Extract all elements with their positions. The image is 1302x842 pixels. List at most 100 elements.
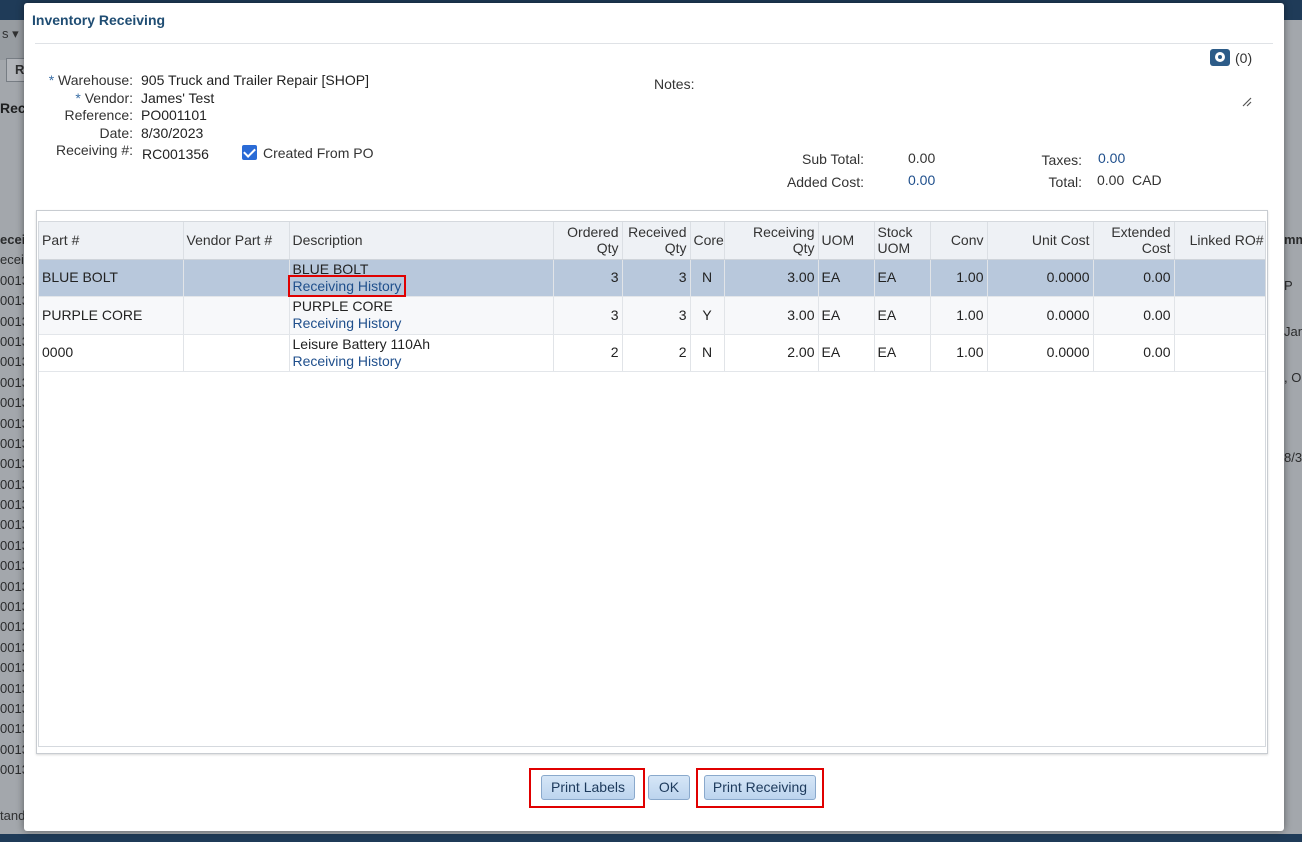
cell-stock-uom: EA	[874, 259, 931, 297]
camera-icon[interactable]	[1210, 49, 1230, 66]
cell-ordered-qty: 2	[553, 334, 623, 372]
cell-linked-ro	[1174, 296, 1265, 335]
subtotal-value: 0.00	[908, 150, 936, 166]
cell-part: 0000	[39, 334, 184, 372]
cell-receiving-qty[interactable]: 2.00	[724, 334, 819, 372]
col-header-extended-cost[interactable]: Extended Cost	[1093, 222, 1175, 260]
col-header-part[interactable]: Part #	[39, 222, 184, 260]
cell-linked-ro	[1174, 334, 1265, 372]
table-row[interactable]: BLUE BOLT BLUE BOLT Receiving History 3 3…	[39, 259, 1265, 297]
warehouse-label-text: Warehouse:	[58, 72, 133, 88]
warehouse-label: * Warehouse:	[13, 72, 133, 88]
receiving-history-link[interactable]: Receiving History	[287, 274, 407, 297]
currency-code: CAD	[1132, 172, 1162, 188]
col-header-uom[interactable]: UOM	[818, 222, 875, 260]
cell-part: BLUE BOLT	[39, 259, 184, 297]
table-row[interactable]: PURPLE CORE PURPLE CORE Receiving History…	[39, 296, 1265, 335]
cell-conv: 1.00	[930, 334, 988, 372]
cell-description: BLUE BOLT Receiving History	[287, 259, 554, 297]
grid-body[interactable]: Part # Vendor Part # Description Ordered…	[38, 221, 1266, 747]
cell-unit-cost: 0.0000	[987, 334, 1094, 372]
cell-description: Leisure Battery 110Ah Receiving History	[289, 334, 554, 372]
cell-linked-ro	[1174, 259, 1265, 297]
header-line: Received	[628, 224, 687, 241]
receiving-number-value: RC001356	[142, 146, 209, 162]
attachments-count[interactable]: (0)	[1235, 50, 1252, 66]
receiving-history-link[interactable]: Receiving History	[293, 353, 402, 369]
cell-uom: EA	[818, 296, 875, 335]
receiving-lines-grid: Part # Vendor Part # Description Ordered…	[36, 210, 1268, 754]
header-line: UOM	[877, 240, 911, 257]
description-text: BLUE BOLT	[292, 260, 369, 277]
header-line: Cost	[1141, 240, 1171, 257]
required-marker: *	[75, 90, 81, 106]
cell-received-qty: 2	[622, 334, 691, 372]
print-receiving-button[interactable]: Print Receiving	[704, 775, 816, 800]
print-labels-button[interactable]: Print Labels	[541, 775, 635, 800]
taxes-label: Taxes:	[1041, 152, 1082, 168]
col-header-linked-ro[interactable]: Linked RO#	[1174, 222, 1265, 260]
col-header-vendor-part[interactable]: Vendor Part #	[183, 222, 290, 260]
cell-vendor-part	[183, 296, 290, 335]
cell-receiving-qty[interactable]: 3.00	[724, 259, 819, 297]
col-header-core[interactable]: Core	[690, 222, 725, 260]
cell-unit-cost: 0.0000	[987, 296, 1094, 335]
cell-part: PURPLE CORE	[39, 296, 184, 335]
cell-received-qty: 3	[622, 296, 691, 335]
cell-vendor-part	[183, 334, 290, 372]
cell-core: N	[690, 334, 725, 372]
cell-stock-uom: EA	[874, 334, 931, 372]
required-marker: *	[48, 72, 55, 88]
cell-extended-cost: 0.00	[1093, 334, 1175, 372]
cell-vendor-part	[183, 259, 290, 297]
added-cost-label: Added Cost:	[786, 174, 864, 190]
cell-extended-cost: 0.00	[1093, 259, 1175, 297]
receiving-lines-table: Part # Vendor Part # Description Ordered…	[39, 222, 1265, 372]
ok-button[interactable]: OK	[648, 775, 690, 800]
col-header-stock-uom[interactable]: Stock UOM	[874, 222, 931, 260]
total-label: Total:	[1048, 174, 1082, 190]
col-header-description[interactable]: Description	[289, 222, 554, 260]
table-row[interactable]: 0000 Leisure Battery 110Ah Receiving Hist…	[39, 334, 1265, 372]
description-text: PURPLE CORE	[292, 298, 393, 315]
col-header-conv[interactable]: Conv	[930, 222, 988, 260]
resize-handle-icon[interactable]	[1242, 97, 1252, 107]
created-from-po-label: Created From PO	[263, 145, 374, 161]
cell-core: N	[690, 259, 725, 297]
table-header-row: Part # Vendor Part # Description Ordered…	[39, 222, 1265, 260]
cell-received-qty: 3	[622, 259, 691, 297]
col-header-receiving-qty[interactable]: Receiving Qty	[724, 222, 819, 260]
cell-conv: 1.00	[930, 296, 988, 335]
header-line: Ordered	[567, 224, 619, 241]
header-line: Qty	[596, 240, 619, 257]
created-from-po-checkbox[interactable]	[242, 145, 257, 160]
col-header-ordered-qty[interactable]: Ordered Qty	[553, 222, 623, 260]
cell-description: PURPLE CORE Receiving History	[289, 296, 554, 335]
receiving-history-link[interactable]: Receiving History	[293, 315, 402, 331]
cell-unit-cost: 0.0000	[987, 259, 1094, 297]
notes-label: Notes:	[654, 76, 695, 92]
warehouse-value: 905 Truck and Trailer Repair [SHOP]	[141, 72, 369, 88]
cell-conv: 1.00	[930, 259, 988, 297]
cell-core: Y	[690, 296, 725, 335]
header-line: Extended	[1111, 224, 1171, 241]
taxes-value[interactable]: 0.00	[1098, 150, 1125, 166]
header-line: Stock	[877, 224, 913, 241]
subtotal-label: Sub Total:	[801, 151, 864, 167]
vendor-value: James' Test	[141, 90, 215, 106]
total-value: 0.00	[1097, 172, 1125, 188]
cell-extended-cost: 0.00	[1093, 296, 1175, 335]
reference-label: Reference:	[64, 107, 133, 123]
vendor-label-text: Vendor:	[84, 90, 133, 106]
cell-receiving-qty[interactable]: 3.00	[724, 296, 819, 335]
dialog-title: Inventory Receiving	[32, 12, 166, 28]
vendor-label: * Vendor:	[13, 90, 133, 106]
col-header-unit-cost[interactable]: Unit Cost	[987, 222, 1094, 260]
cell-uom: EA	[818, 334, 875, 372]
cell-ordered-qty: 3	[553, 296, 623, 335]
cell-uom: EA	[818, 259, 875, 297]
cell-stock-uom: EA	[874, 296, 931, 335]
date-value: 8/30/2023	[141, 125, 204, 141]
col-header-received-qty[interactable]: Received Qty	[622, 222, 691, 260]
added-cost-value[interactable]: 0.00	[908, 172, 935, 188]
